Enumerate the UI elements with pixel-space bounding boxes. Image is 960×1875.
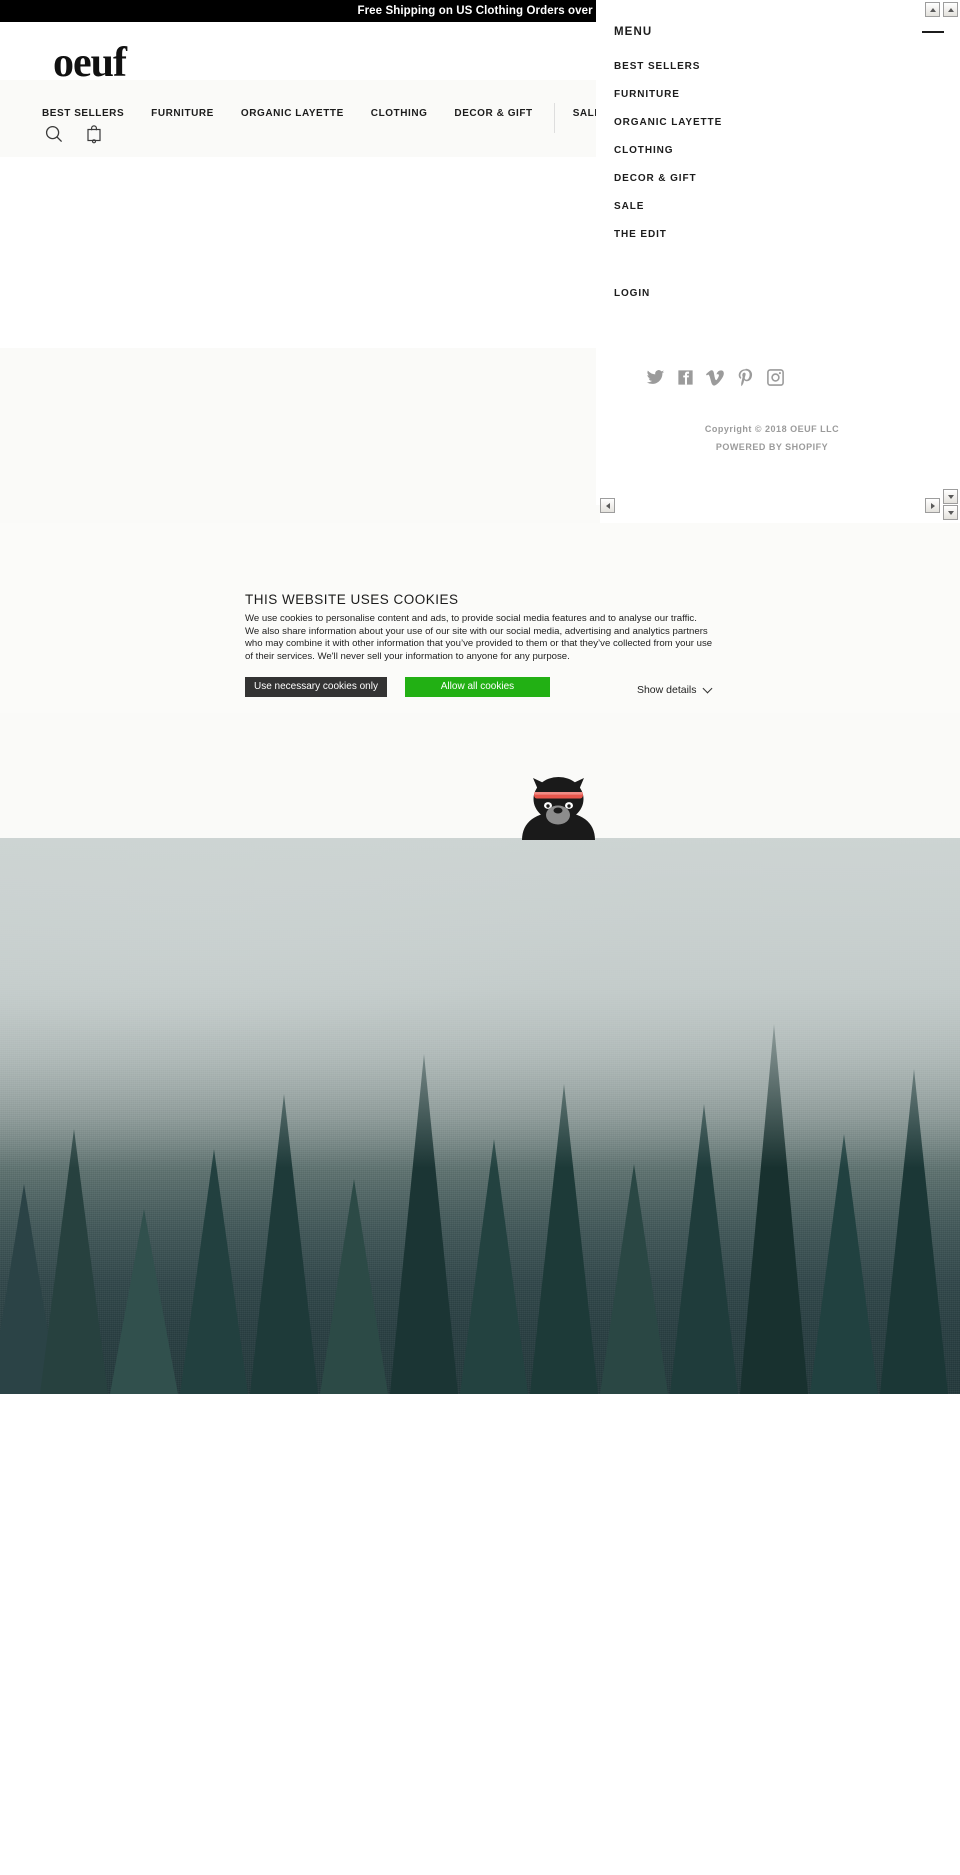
nav-item-clothing[interactable]: CLOTHING xyxy=(371,108,428,119)
menu-item-sale[interactable]: SALE xyxy=(614,202,934,212)
scroll-left-button[interactable] xyxy=(600,498,615,513)
menu-title: MENU xyxy=(614,26,653,38)
show-details-toggle[interactable]: Show details xyxy=(636,683,712,697)
copyright-text: Copyright © 2018 OEUF LLC xyxy=(704,424,840,434)
facebook-icon[interactable] xyxy=(676,368,695,387)
pinterest-icon[interactable] xyxy=(736,368,755,387)
announcement-text: Free Shipping on US Clothing Orders over… xyxy=(357,5,603,17)
page-bottom-spacer xyxy=(0,1394,960,1875)
content-panel-upper xyxy=(0,348,600,523)
menu-item-list: BEST SELLERS FURNITURE ORGANIC LAYETTE C… xyxy=(614,62,934,258)
nav-divider xyxy=(553,103,555,133)
cookie-consent-banner: THIS WEBSITE USES COOKIES We use cookies… xyxy=(0,578,960,714)
instagram-icon[interactable] xyxy=(766,368,785,387)
menu-footer-legal: Copyright © 2018 OEUF LLC POWERED BY SHO… xyxy=(596,420,960,456)
cookie-banner-actions: Use necessary cookies only Allow all coo… xyxy=(245,677,715,698)
hero-forest-image xyxy=(0,838,960,1394)
search-icon[interactable] xyxy=(42,122,66,146)
close-menu-icon[interactable] xyxy=(922,31,944,33)
hero-fog-overlay xyxy=(0,838,960,1168)
menu-item-furniture[interactable]: FURNITURE xyxy=(614,90,934,100)
nav-item-organic-layette[interactable]: ORGANIC LAYETTE xyxy=(241,108,344,119)
slideout-menu-panel: MENU BEST SELLERS FURNITURE ORGANIC LAYE… xyxy=(596,0,960,505)
powered-by-shopify-link[interactable]: POWERED BY SHOPIFY xyxy=(596,438,948,456)
scroll-down-button-a[interactable] xyxy=(943,489,958,504)
menu-item-clothing[interactable]: CLOTHING xyxy=(614,146,934,156)
cookie-banner-title: THIS WEBSITE USES COOKIES xyxy=(245,592,459,607)
nav-link-list: BEST SELLERS FURNITURE ORGANIC LAYETTE C… xyxy=(42,98,692,133)
scroll-down-button-b[interactable] xyxy=(943,505,958,520)
menu-item-best-sellers[interactable]: BEST SELLERS xyxy=(614,62,934,72)
social-links xyxy=(646,368,785,387)
nav-item-furniture[interactable]: FURNITURE xyxy=(151,108,214,119)
menu-item-organic-layette[interactable]: ORGANIC LAYETTE xyxy=(614,118,934,128)
menu-item-login[interactable]: LOGIN xyxy=(614,288,650,299)
scroll-up-button-inner[interactable] xyxy=(943,2,958,17)
show-details-label: Show details xyxy=(636,684,697,697)
cart-icon[interactable] xyxy=(82,122,106,146)
menu-item-the-edit[interactable]: THE EDIT xyxy=(614,230,934,240)
menu-header: MENU xyxy=(614,26,944,38)
cookie-banner-body: We use cookies to personalise content an… xyxy=(245,613,713,662)
use-necessary-cookies-button[interactable]: Use necessary cookies only xyxy=(245,677,387,698)
bear-illustration xyxy=(518,766,608,840)
chevron-down-icon xyxy=(702,683,712,694)
scroll-right-button[interactable] xyxy=(925,498,940,513)
site-logo[interactable]: oeuf xyxy=(53,42,127,84)
allow-all-cookies-button[interactable]: Allow all cookies xyxy=(404,677,550,698)
scroll-up-button-outer[interactable] xyxy=(925,2,940,17)
nav-item-decor-gift[interactable]: DECOR & GIFT xyxy=(454,108,532,119)
menu-item-decor-gift[interactable]: DECOR & GIFT xyxy=(614,174,934,184)
vimeo-icon[interactable] xyxy=(706,368,725,387)
twitter-icon[interactable] xyxy=(646,368,665,387)
page-root: Free Shipping on US Clothing Orders over… xyxy=(0,0,960,1875)
nav-icon-group xyxy=(42,122,106,146)
nav-item-best-sellers[interactable]: BEST SELLERS xyxy=(42,108,124,119)
